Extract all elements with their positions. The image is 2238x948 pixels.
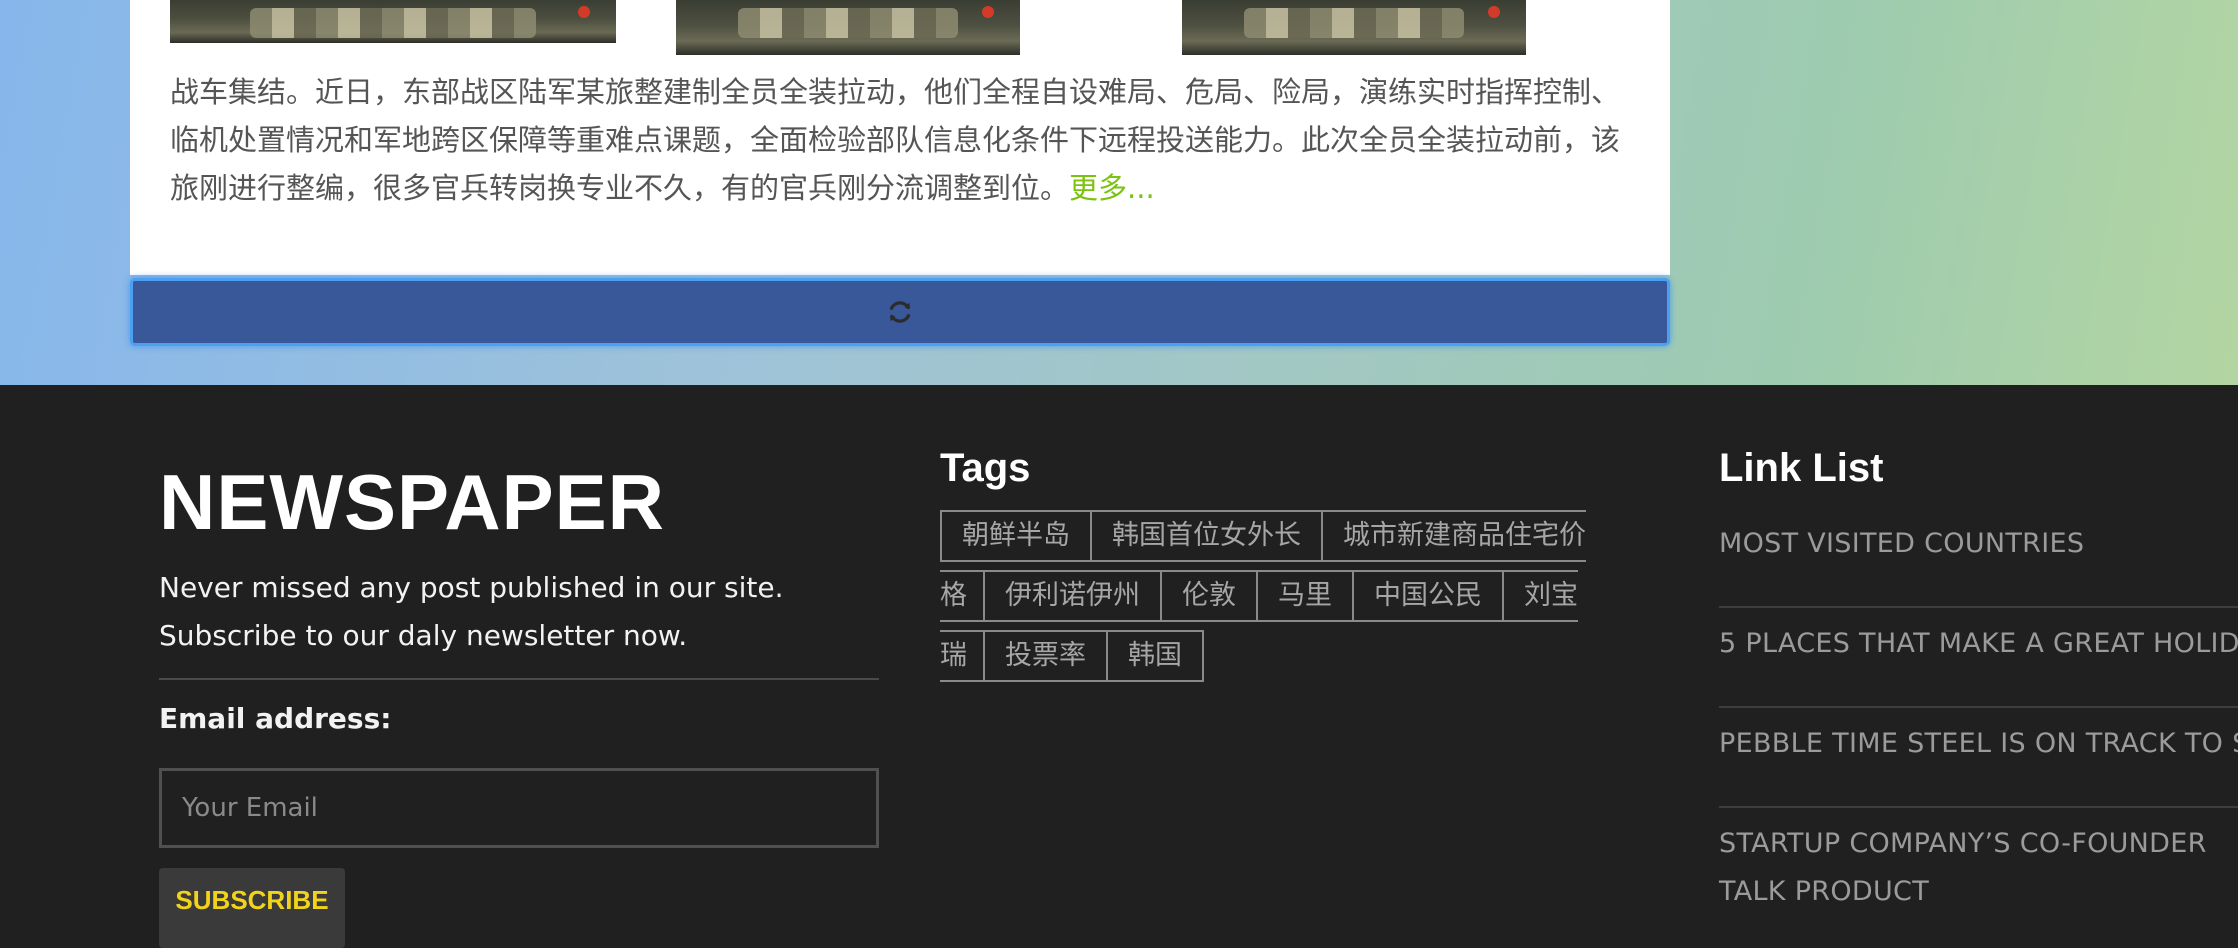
email-label: Email address: <box>159 702 392 735</box>
tag-link[interactable]: 伦敦 <box>1160 570 1256 622</box>
post-thumbnail[interactable] <box>170 0 616 43</box>
subscribe-button[interactable]: SUBSCRIBE <box>159 868 345 948</box>
load-more-button[interactable] <box>130 278 1670 346</box>
divider <box>159 678 879 680</box>
tag-link[interactable]: 城市新建商品住宅价 <box>1321 510 1586 562</box>
post-thumbnail[interactable] <box>1182 0 1526 55</box>
list-item: 5 PLACES THAT MAKE A GREAT HOLIDAY <box>1719 608 2238 708</box>
tag-link[interactable]: 瑞 <box>940 630 985 682</box>
link-list-title: Link List <box>1719 446 1884 490</box>
tag-link[interactable]: 投票率 <box>985 630 1106 682</box>
tag-link[interactable]: 刘宝 <box>1502 570 1578 622</box>
list-item: STARTUP COMPANY’S CO-FOUNDER TALK PRODUC… <box>1719 808 2238 928</box>
tag-cloud: 朝鲜半岛 韩国首位女外长 城市新建商品住宅价格伊利诺伊州 伦敦 马里 中国公民 刘宝瑞投票率… <box>940 510 1610 690</box>
tag-link[interactable]: 伊利诺伊州 <box>985 570 1160 622</box>
link-list-item[interactable]: STARTUP COMPANY’S CO-FOUNDER TALK PRODUC… <box>1719 828 2207 907</box>
tag-link[interactable]: 马里 <box>1256 570 1352 622</box>
link-list-item[interactable]: 5 PLACES THAT MAKE A GREAT HOLIDAY <box>1719 628 2238 659</box>
tags-title: Tags <box>940 446 1031 490</box>
refresh-icon <box>889 301 911 323</box>
more-link[interactable]: 更多... <box>1069 171 1155 205</box>
post-card: 战车集结。近日，东部战区陆军某旅整建制全员全装拉动，他们全程自设难局、危局、险局… <box>130 0 1670 275</box>
tag-link[interactable]: 朝鲜半岛 <box>940 510 1090 562</box>
link-list-item[interactable]: PEBBLE TIME STEEL IS ON TRACK TO SHIP <box>1719 728 2238 759</box>
link-list: MOST VISITED COUNTRIES 5 PLACES THAT MAK… <box>1719 508 2238 928</box>
post-excerpt: 战车集结。近日，东部战区陆军某旅整建制全员全装拉动，他们全程自设难局、危局、险局… <box>170 68 1630 212</box>
post-excerpt-text: 战车集结。近日，东部战区陆军某旅整建制全员全装拉动，他们全程自设难局、危局、险局… <box>170 75 1621 205</box>
list-item: PEBBLE TIME STEEL IS ON TRACK TO SHIP <box>1719 708 2238 808</box>
link-list-item[interactable]: MOST VISITED COUNTRIES <box>1719 528 2084 559</box>
tag-link[interactable]: 格 <box>940 570 985 622</box>
newsletter-description: Never missed any post published in our s… <box>159 571 784 652</box>
post-thumbnail[interactable] <box>676 0 1020 55</box>
tag-link[interactable]: 中国公民 <box>1352 570 1502 622</box>
tag-link[interactable]: 韩国 <box>1106 630 1204 682</box>
footer-brand: NEWSPAPER <box>159 458 665 546</box>
email-field[interactable] <box>159 768 879 848</box>
tag-link[interactable]: 韩国首位女外长 <box>1090 510 1321 562</box>
list-item: MOST VISITED COUNTRIES <box>1719 508 2238 608</box>
